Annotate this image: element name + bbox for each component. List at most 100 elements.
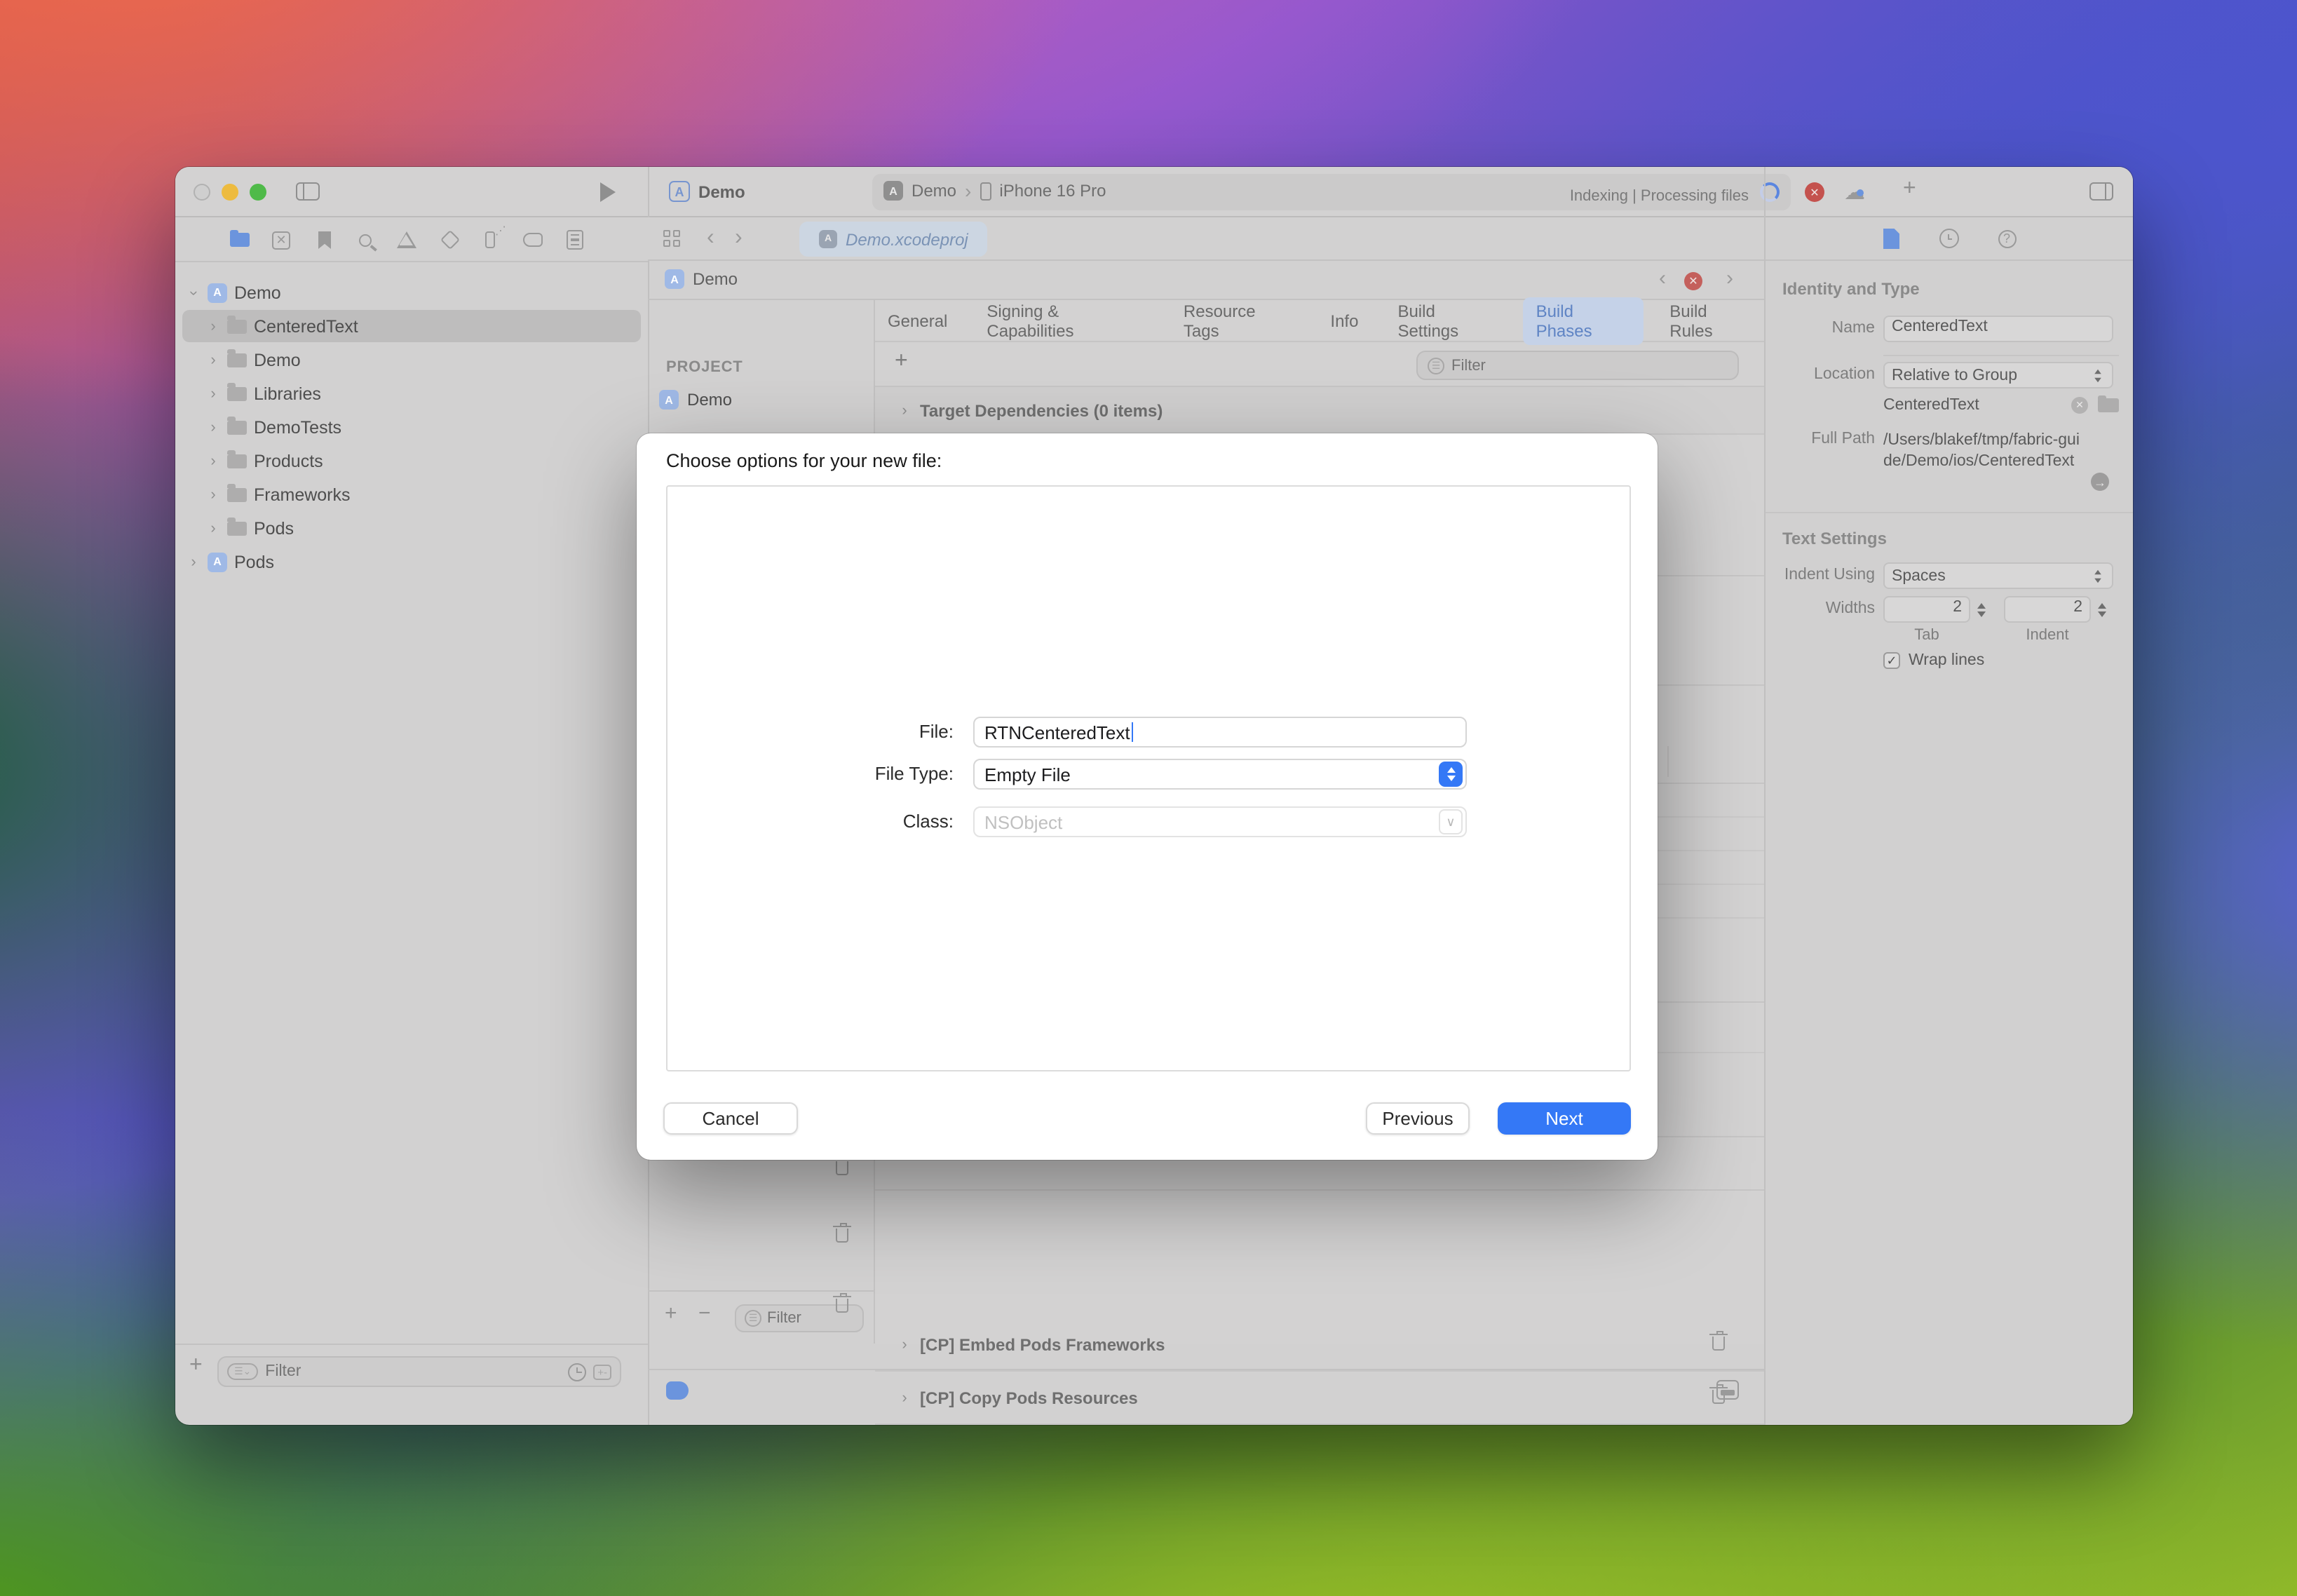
- editor-tab-active[interactable]: A Demo.xcodeproj: [799, 222, 988, 257]
- indent-width-stepper[interactable]: [2094, 596, 2109, 623]
- tree-item-pods-project[interactable]: › A Pods: [175, 546, 648, 578]
- trash-icon[interactable]: [836, 1299, 848, 1313]
- jumpbar-back-icon[interactable]: ‹: [1659, 268, 1666, 289]
- disclosure-icon[interactable]: ›: [897, 1336, 912, 1353]
- wrap-lines-row[interactable]: ✓ Wrap lines: [1883, 652, 1984, 669]
- toggle-inspector-icon[interactable]: [2089, 182, 2113, 201]
- tree-item-products[interactable]: › Products: [175, 445, 648, 477]
- add-phase-plus-icon[interactable]: +: [895, 349, 908, 374]
- disclosure-icon[interactable]: ›: [187, 553, 201, 570]
- tree-item-demo-project[interactable]: › A Demo: [175, 276, 648, 309]
- disclosure-icon[interactable]: ›: [206, 452, 220, 469]
- help-inspector-icon[interactable]: ?: [1998, 229, 2016, 248]
- filter-options-icon[interactable]: ☰⌄: [227, 1363, 258, 1380]
- add-file-plus-icon[interactable]: +: [189, 1353, 203, 1379]
- tab-signing[interactable]: Signing & Capabilities: [974, 297, 1157, 344]
- disclosure-icon[interactable]: ›: [206, 520, 220, 536]
- tab-resource-tags[interactable]: Resource Tags: [1171, 297, 1304, 344]
- project-list-item[interactable]: A Demo: [659, 390, 732, 410]
- run-destination[interactable]: iPhone 16 Pro: [999, 181, 1106, 201]
- sourcecontrol-filter-icon[interactable]: +-: [593, 1364, 611, 1379]
- forward-chevron-icon[interactable]: ›: [735, 227, 743, 250]
- tree-item-frameworks[interactable]: › Frameworks: [175, 478, 648, 510]
- zoom-button[interactable]: [250, 184, 266, 201]
- search-icon[interactable]: [355, 230, 376, 250]
- scheme-status-bar: A Demo › iPhone 16 Pro Indexing | Proces…: [872, 174, 1791, 210]
- choose-folder-icon[interactable]: [2098, 398, 2119, 412]
- activity-status: Indexing | Processing files: [1570, 182, 1749, 208]
- remove-target-minus-icon[interactable]: −: [698, 1301, 711, 1325]
- reports-icon[interactable]: [564, 230, 585, 250]
- toggle-navigator-icon[interactable]: [296, 182, 320, 201]
- error-badge[interactable]: ✕: [1805, 182, 1824, 202]
- tree-item-demo-group[interactable]: › Demo: [175, 344, 648, 376]
- phases-filter-field[interactable]: ☰: [1416, 351, 1739, 380]
- file-type-popup[interactable]: Empty File: [973, 759, 1467, 790]
- tab-build-phases[interactable]: Build Phases: [1524, 297, 1644, 344]
- jumpbar-item[interactable]: A Demo: [665, 269, 738, 289]
- phases-filter-input[interactable]: [1451, 357, 1728, 374]
- indent-width-field[interactable]: 2: [2004, 596, 2091, 623]
- class-combobox[interactable]: NSObject ∨: [973, 806, 1467, 837]
- previous-button[interactable]: Previous: [1366, 1102, 1470, 1135]
- tab-info[interactable]: Info: [1317, 306, 1371, 334]
- bookmarks-icon[interactable]: [314, 230, 335, 250]
- back-chevron-icon[interactable]: ‹: [707, 227, 714, 250]
- tab-general[interactable]: General: [875, 306, 960, 334]
- tree-item-pods-group[interactable]: › Pods: [175, 512, 648, 544]
- jumpbar-forward-icon[interactable]: ›: [1726, 268, 1733, 289]
- tab-width-field[interactable]: 2: [1883, 596, 1970, 623]
- project-navigator-icon[interactable]: [229, 230, 250, 250]
- open-path-arrow-icon[interactable]: →: [2091, 473, 2109, 491]
- jumpbar-issue-badge[interactable]: ✕: [1684, 272, 1702, 290]
- toggle-debug-area-icon[interactable]: [1716, 1380, 1739, 1400]
- trash-icon[interactable]: [836, 1161, 848, 1175]
- code-review-icon[interactable]: [666, 1381, 689, 1400]
- clear-location-icon[interactable]: ✕: [2071, 397, 2088, 414]
- tab-build-rules[interactable]: Build Rules: [1657, 297, 1764, 344]
- disclosure-icon[interactable]: ›: [206, 351, 220, 368]
- disclosure-icon[interactable]: ›: [206, 486, 220, 503]
- folder-icon: [227, 487, 247, 501]
- location-popup[interactable]: Relative to Group: [1883, 362, 2113, 388]
- indent-using-popup[interactable]: Spaces: [1883, 562, 2113, 589]
- name-field[interactable]: CenteredText: [1883, 316, 2113, 342]
- minimize-button[interactable]: [222, 184, 238, 201]
- history-inspector-icon[interactable]: [1939, 229, 1958, 248]
- navigator-filter-input[interactable]: [265, 1363, 561, 1380]
- navigator-filter-field[interactable]: ☰⌄ +-: [217, 1356, 621, 1387]
- active-project-chip[interactable]: A Demo: [669, 181, 745, 202]
- disclosure-icon[interactable]: ›: [206, 385, 220, 402]
- editor-grid-icon[interactable]: [663, 230, 680, 247]
- file-inspector-icon[interactable]: [1883, 228, 1899, 249]
- issues-icon[interactable]: [395, 230, 416, 250]
- popup-stepper-icon: [1439, 762, 1463, 787]
- disclosure-icon[interactable]: ›: [206, 419, 220, 435]
- file-name-field[interactable]: RTNCenteredText: [973, 717, 1467, 748]
- breakpoints-icon[interactable]: [522, 230, 543, 250]
- disclosure-icon[interactable]: ›: [897, 402, 912, 419]
- cancel-button[interactable]: Cancel: [663, 1102, 798, 1135]
- disclosure-icon[interactable]: ›: [185, 285, 202, 299]
- recents-clock-icon[interactable]: [568, 1362, 586, 1381]
- run-button[interactable]: [600, 182, 616, 202]
- next-button[interactable]: Next: [1498, 1102, 1631, 1135]
- trash-icon[interactable]: [836, 1229, 848, 1243]
- phase-row-dependencies[interactable]: › Target Dependencies (0 items): [875, 387, 1764, 435]
- add-target-plus-icon[interactable]: +: [665, 1301, 677, 1325]
- disclosure-icon[interactable]: ›: [206, 318, 220, 334]
- tests-icon[interactable]: [439, 230, 460, 250]
- scheme-selector[interactable]: A Demo › iPhone 16 Pro: [883, 181, 1106, 201]
- phase-row-embed-pods[interactable]: › [CP] Embed Pods Frameworks: [875, 1318, 1764, 1372]
- wrap-lines-checkbox[interactable]: ✓: [1883, 652, 1900, 669]
- trash-icon[interactable]: [1712, 1337, 1725, 1351]
- tab-width-stepper[interactable]: [1973, 596, 1988, 623]
- source-control-icon[interactable]: ✕: [271, 230, 292, 250]
- add-editor-plus-icon[interactable]: +: [1903, 177, 1916, 202]
- tree-item-demotests[interactable]: › DemoTests: [175, 411, 648, 443]
- close-button[interactable]: [194, 184, 210, 201]
- tree-item-centeredtext[interactable]: › CenteredText: [175, 310, 648, 342]
- tab-build-settings[interactable]: Build Settings: [1385, 297, 1509, 344]
- debug-icon[interactable]: [480, 230, 501, 250]
- tree-item-libraries[interactable]: › Libraries: [175, 377, 648, 410]
